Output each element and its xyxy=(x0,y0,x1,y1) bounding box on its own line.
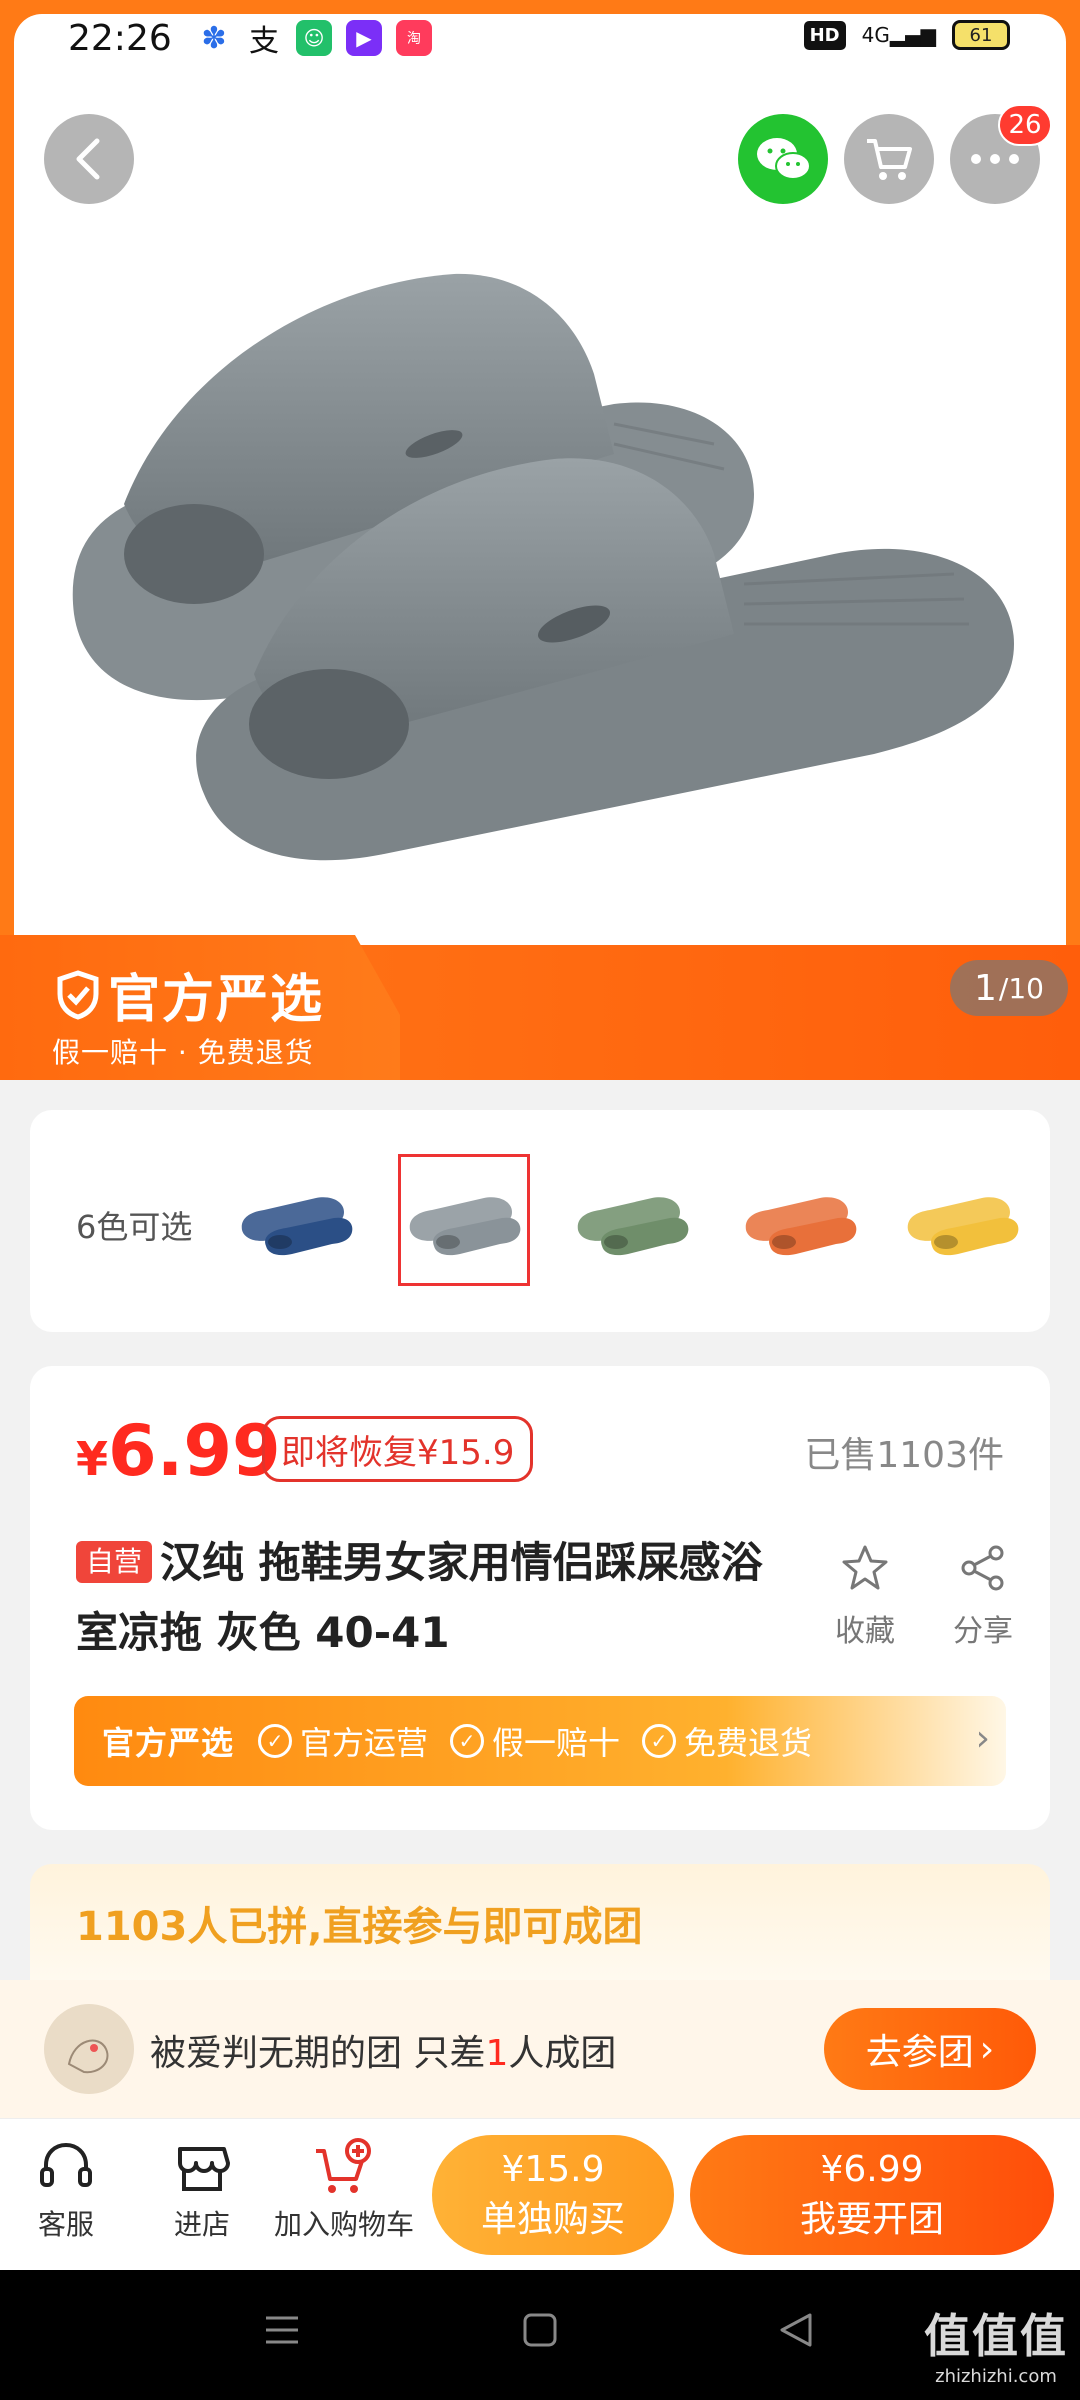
guarantee-item: ✓ 假一赔十 xyxy=(450,1718,620,1764)
chevron-left-icon xyxy=(76,138,100,180)
guarantee-item: ✓ 官方运营 xyxy=(258,1718,428,1764)
restore-price-tag: 即将恢复¥15.9 xyxy=(262,1416,534,1482)
message-count-badge: 26 xyxy=(998,104,1052,146)
current-price: ¥6.99 xyxy=(76,1410,281,1492)
group-buy-header: 1103人已拼,直接参与即可成团 xyxy=(76,1904,643,1950)
image-pager: 1 /10 xyxy=(950,960,1068,1016)
customer-service-button[interactable]: 客服 xyxy=(30,2137,102,2243)
team-bar: 被爱判无期的团 只差1人成团 去参团 › xyxy=(0,1980,1080,2118)
color-swatch[interactable] xyxy=(902,1154,1022,1286)
cart-button[interactable] xyxy=(844,114,934,204)
more-dots-icon xyxy=(971,154,1019,164)
headset-icon xyxy=(40,2142,92,2187)
avatar-illustration xyxy=(44,2004,134,2094)
notification-icons: ✽ 支 ☺ ▶ 淘 xyxy=(196,20,432,59)
group-buy-card: 1103人已拼,直接参与即可成团 xyxy=(30,1864,1050,1984)
menu-icon[interactable] xyxy=(262,2310,302,2350)
team-status: 被爱判无期的团 只差1人成团 xyxy=(150,2033,617,2074)
strip-subtitle: 假一赔十 · 免费退货 xyxy=(52,1036,314,1069)
color-swatch[interactable] xyxy=(734,1154,866,1286)
slipper-thumbnail xyxy=(409,1197,521,1256)
store-icon xyxy=(178,2147,230,2191)
product-image[interactable] xyxy=(54,254,1054,874)
check-circle-icon: ✓ xyxy=(450,1724,485,1758)
shield-check-icon xyxy=(57,969,99,1020)
back-nav-icon[interactable] xyxy=(776,2310,816,2350)
slipper-thumbnail xyxy=(907,1197,1019,1256)
alipay-icon: 支 xyxy=(249,24,279,59)
guarantee-item: ✓ 免费退货 xyxy=(642,1718,812,1764)
color-selector: 6色可选 xyxy=(30,1110,1050,1332)
system-status: HD 4G▂▄▆ 61 xyxy=(803,20,1010,50)
wechat-icon xyxy=(757,138,811,180)
chevron-right-icon: › xyxy=(979,2028,995,2070)
cart-icon xyxy=(867,139,912,180)
star-icon xyxy=(842,1545,888,1590)
color-count-label: 6色可选 xyxy=(76,1208,193,1246)
slipper-thumbnail xyxy=(241,1197,353,1256)
baidu-icon: ✽ xyxy=(201,20,227,56)
check-circle-icon: ✓ xyxy=(642,1724,677,1758)
battery-icon: 61 xyxy=(952,20,1010,50)
slipper-thumbnail xyxy=(577,1197,689,1256)
share-button[interactable]: 分享 xyxy=(938,1544,1028,1650)
wechat-share-button[interactable] xyxy=(738,114,828,204)
chevron-right-icon: › xyxy=(975,1718,990,1759)
color-swatch[interactable] xyxy=(398,1154,530,1286)
avatar xyxy=(44,2004,134,2094)
system-nav-bar xyxy=(0,2270,1080,2400)
status-time: 22:26 xyxy=(68,18,172,59)
guarantee-title: 官方严选 xyxy=(102,1724,235,1762)
app-green-icon: ☺ xyxy=(296,20,332,56)
product-hero: 22:26 ✽ 支 ☺ ▶ 淘 HD 4G▂▄▆ 61 26 官方严选 假一赔十… xyxy=(0,0,1080,1080)
status-bar: 22:26 ✽ 支 ☺ ▶ 淘 HD 4G▂▄▆ 61 xyxy=(0,0,1080,86)
hd-icon: HD xyxy=(803,20,846,50)
strip-title: 官方严选 xyxy=(56,957,324,1032)
store-button[interactable]: 进店 xyxy=(166,2137,238,2243)
self-operated-tag: 自营 xyxy=(76,1541,153,1583)
taote-icon: 淘 xyxy=(396,20,432,56)
sold-count: 已售1103件 xyxy=(804,1435,1004,1476)
back-button[interactable] xyxy=(44,114,134,204)
start-group-button[interactable]: ¥6.99 我要开团 xyxy=(690,2135,1054,2255)
color-swatch[interactable] xyxy=(230,1154,362,1286)
signal-icon: 4G▂▄▆ xyxy=(861,23,936,47)
product-info-card: ¥6.99 即将恢复¥15.9 已售1103件 自营 汉纯 拖鞋男女家用情侣踩屎感… xyxy=(30,1366,1050,1830)
cart-plus-icon xyxy=(316,2138,371,2193)
product-title: 自营 汉纯 拖鞋男女家用情侣踩屎感浴室凉拖 灰色 40-41 xyxy=(76,1538,763,1657)
join-group-button[interactable]: 去参团 › xyxy=(824,2008,1036,2090)
favorite-button[interactable]: 收藏 xyxy=(820,1544,910,1650)
guarantee-bar[interactable]: 官方严选 ✓ 官方运营 ✓ 假一赔十 ✓ 免费退货 › xyxy=(74,1696,1006,1786)
share-icon xyxy=(961,1545,1004,1591)
video-app-icon: ▶ xyxy=(346,20,382,56)
check-circle-icon: ✓ xyxy=(258,1724,293,1758)
watermark: 值值值 zhizhizhi.com xyxy=(924,2309,1068,2387)
color-swatch[interactable] xyxy=(566,1154,698,1286)
bottom-action-bar: 客服 进店 加入购物车 ¥15.9 单独购买 ¥6.99 我要开团 xyxy=(0,2118,1080,2270)
official-strip: 官方严选 假一赔十 · 免费退货 xyxy=(0,935,1080,1080)
slipper-thumbnail xyxy=(745,1197,857,1256)
buy-alone-button[interactable]: ¥15.9 单独购买 xyxy=(432,2135,674,2255)
home-icon[interactable] xyxy=(520,2310,560,2350)
add-to-cart-button[interactable]: 加入购物车 xyxy=(270,2137,418,2243)
